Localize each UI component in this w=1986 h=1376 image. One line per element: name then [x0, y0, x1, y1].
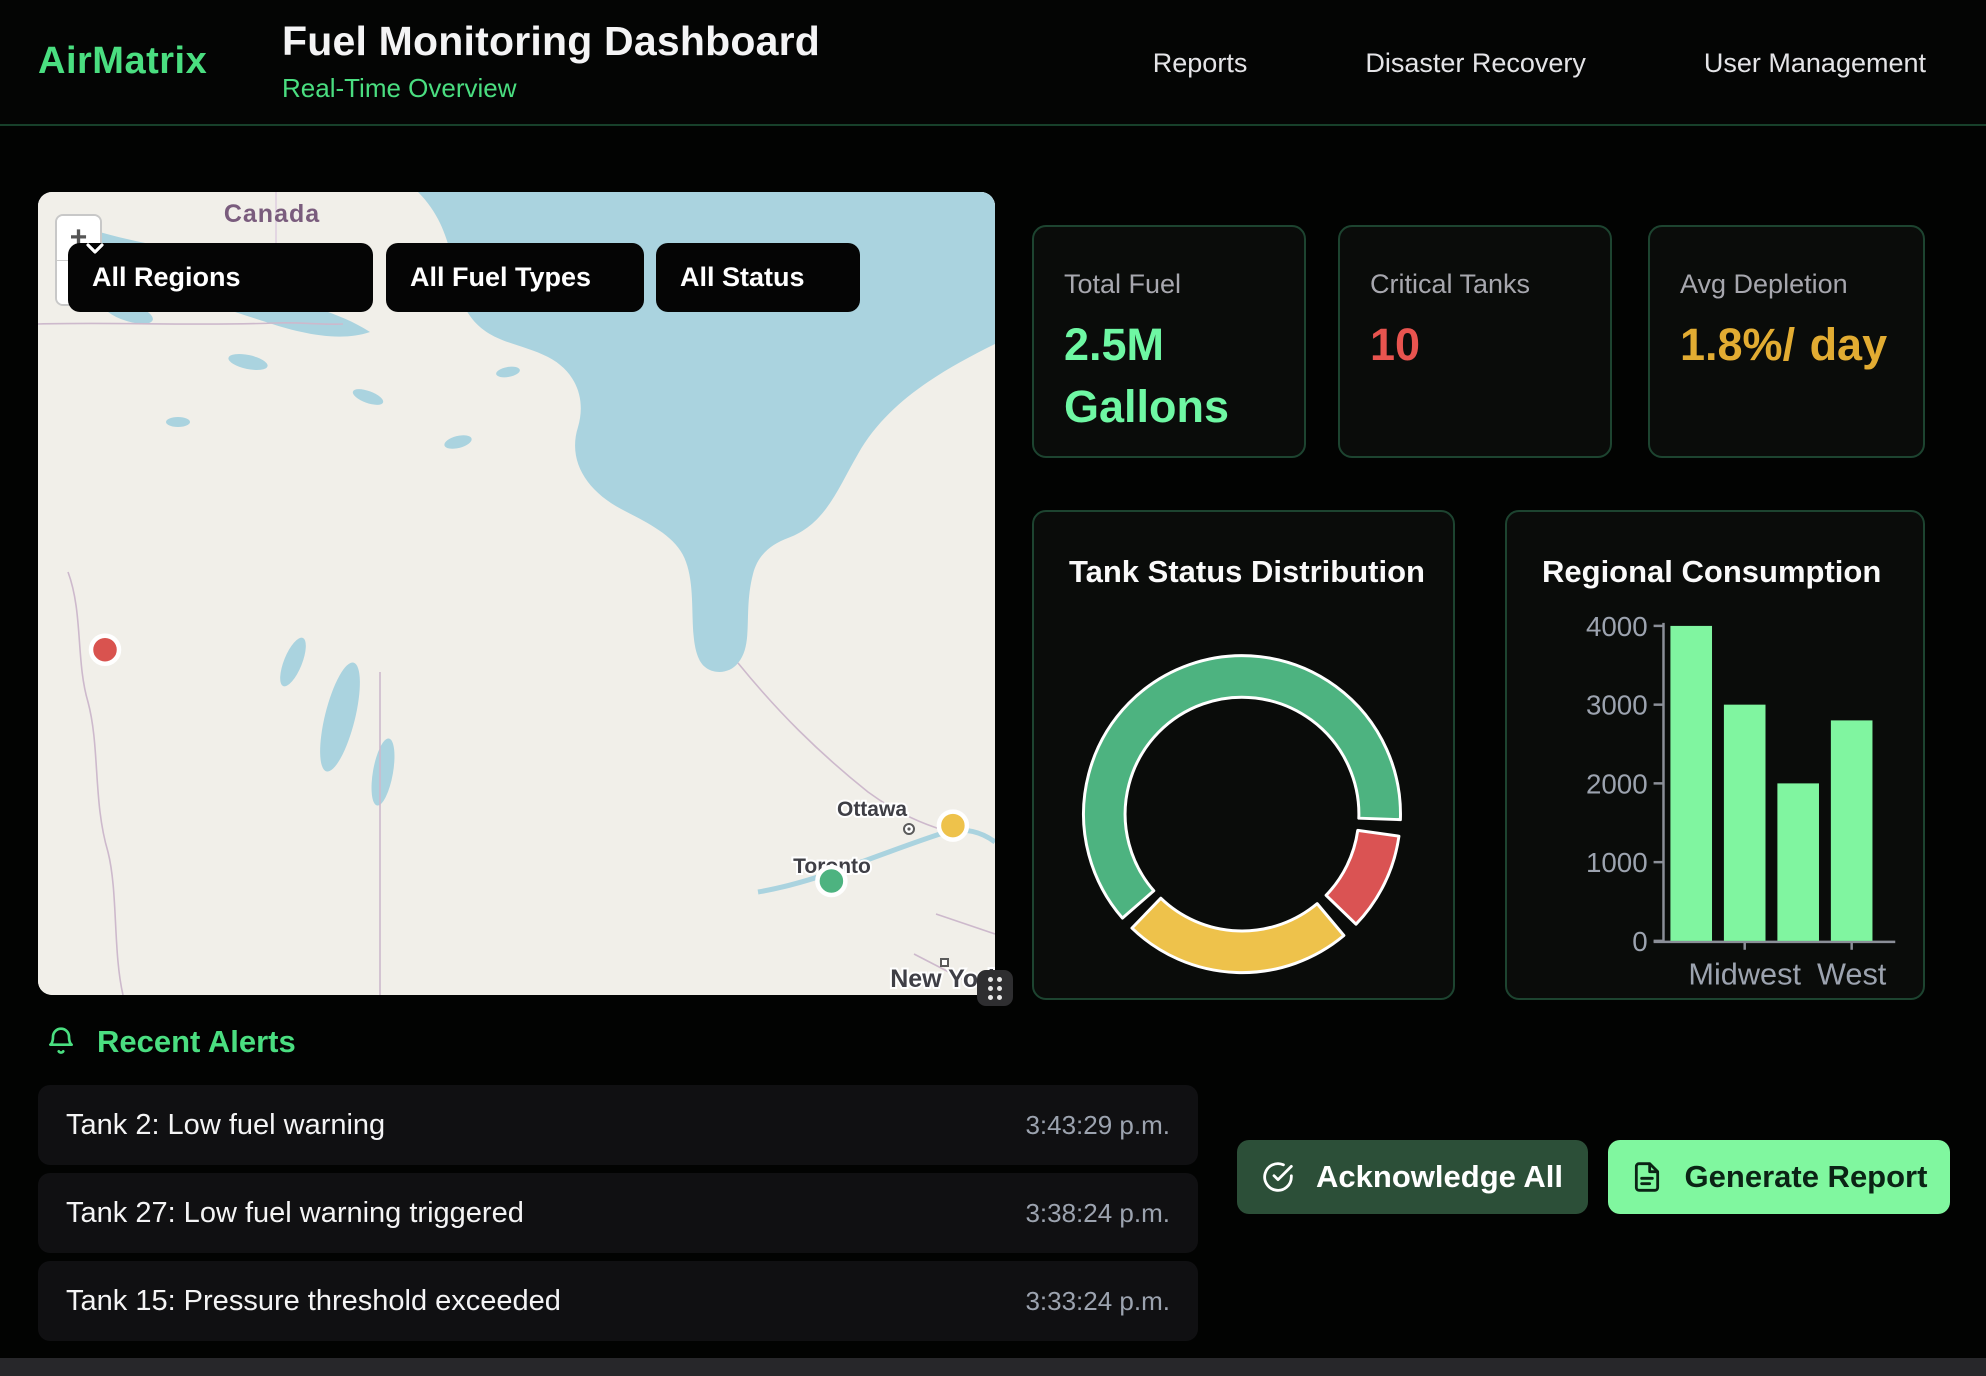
kpi-label: Total Fuel: [1064, 269, 1274, 300]
alert-row: Tank 2: Low fuel warning 3:43:29 p.m.: [38, 1085, 1198, 1165]
status-filter-dropdown[interactable]: All Status: [656, 243, 860, 312]
acknowledge-all-label: Acknowledge All: [1316, 1159, 1563, 1195]
alert-row: Tank 27: Low fuel warning triggered 3:38…: [38, 1173, 1198, 1253]
main-nav: Reports Disaster Recovery User Managemen…: [1153, 0, 1926, 126]
x-tick-label: West: [1817, 956, 1887, 991]
donut-segment-yellow[interactable]: [1132, 898, 1344, 972]
chevron-down-icon: [86, 243, 104, 254]
y-tick-label: 4000: [1586, 611, 1648, 642]
bar-2[interactable]: [1777, 783, 1819, 940]
kpi-value: 2.5M Gallons: [1064, 314, 1274, 438]
kpi-value: 10: [1370, 314, 1580, 376]
y-tick-label: 0: [1632, 926, 1647, 957]
alerts-header: Recent Alerts: [45, 1024, 296, 1060]
check-circle-icon: [1262, 1161, 1294, 1193]
tank-status-panel: Tank Status Distribution: [1032, 510, 1455, 1000]
fuel-type-filter-dropdown[interactable]: All Fuel Types: [386, 243, 644, 312]
regional-consumption-bar-chart: 0 1000 2000 3000 4000 Midwest West: [1507, 512, 1923, 997]
dashboard-page: AirMatrix Fuel Monitoring Dashboard Real…: [0, 0, 1986, 1376]
kpi-card-total-fuel: Total Fuel 2.5M Gallons: [1032, 225, 1306, 458]
nav-item-user-management[interactable]: User Management: [1704, 48, 1926, 79]
status-filter-value: All Status: [680, 262, 805, 293]
bar-3[interactable]: [1831, 720, 1873, 940]
alert-text: Tank 27: Low fuel warning triggered: [66, 1197, 524, 1230]
alert-timestamp: 3:38:24 p.m.: [1025, 1198, 1170, 1229]
tank-marker-1[interactable]: [939, 812, 967, 840]
bell-icon: [45, 1026, 77, 1058]
bottom-bar: [0, 1358, 1986, 1376]
alert-timestamp: 3:33:24 p.m.: [1025, 1286, 1170, 1317]
map-label-canada: Canada: [224, 200, 320, 228]
alert-text: Tank 15: Pressure threshold exceeded: [66, 1285, 561, 1318]
map-filter-bar: All Regions All Fuel Types All Status: [68, 243, 860, 312]
map-resize-handle[interactable]: [977, 970, 1013, 1006]
alert-text: Tank 2: Low fuel warning: [66, 1109, 385, 1142]
region-filter-dropdown[interactable]: All Regions: [68, 243, 373, 312]
map-label-ottawa: Ottawa: [837, 798, 907, 821]
page-title: Fuel Monitoring Dashboard: [282, 18, 820, 65]
tank-marker-2[interactable]: [817, 867, 845, 895]
x-tick-label: Midwest: [1688, 956, 1801, 991]
file-text-icon: [1631, 1161, 1663, 1193]
tank-status-donut-chart: [1034, 512, 1453, 997]
tank-marker-0[interactable]: [91, 636, 119, 664]
title-block: Fuel Monitoring Dashboard Real-Time Over…: [282, 18, 820, 104]
y-tick-label: 2000: [1586, 768, 1648, 799]
generate-report-button[interactable]: Generate Report: [1608, 1140, 1950, 1214]
y-tick-label: 1000: [1586, 847, 1648, 878]
acknowledge-all-button[interactable]: Acknowledge All: [1237, 1140, 1588, 1214]
map-svg: Canada Ottawa Toronto New York: [38, 192, 995, 995]
app-header: AirMatrix Fuel Monitoring Dashboard Real…: [0, 0, 1986, 126]
kpi-card-avg-depletion: Avg Depletion 1.8%/ day: [1648, 225, 1925, 458]
ottawa-town-dot-core: [907, 827, 910, 830]
fuel-type-filter-value: All Fuel Types: [410, 262, 591, 293]
brand-logo: AirMatrix: [38, 40, 207, 83]
page-subtitle: Real-Time Overview: [282, 73, 820, 104]
y-tick-label: 3000: [1586, 690, 1648, 721]
bar-1[interactable]: [1724, 705, 1766, 941]
kpi-label: Critical Tanks: [1370, 269, 1580, 300]
alert-timestamp: 3:43:29 p.m.: [1025, 1110, 1170, 1141]
regional-consumption-panel: Regional Consumption 01000200030004000Mi…: [1505, 510, 1925, 1000]
kpi-card-critical-tanks: Critical Tanks 10: [1338, 225, 1612, 458]
alert-row: Tank 15: Pressure threshold exceeded 3:3…: [38, 1261, 1198, 1341]
generate-report-label: Generate Report: [1685, 1159, 1928, 1195]
kpi-value: 1.8%/ day: [1680, 314, 1893, 376]
donut-segment-red[interactable]: [1326, 830, 1399, 924]
kpi-label: Avg Depletion: [1680, 269, 1893, 300]
map[interactable]: Canada Ottawa Toronto New York + − All R…: [38, 192, 995, 995]
nav-item-reports[interactable]: Reports: [1153, 48, 1248, 79]
alerts-title: Recent Alerts: [97, 1024, 296, 1060]
nav-item-disaster-recovery[interactable]: Disaster Recovery: [1365, 48, 1586, 79]
bar-0[interactable]: [1670, 626, 1712, 941]
region-filter-value: All Regions: [92, 262, 241, 293]
